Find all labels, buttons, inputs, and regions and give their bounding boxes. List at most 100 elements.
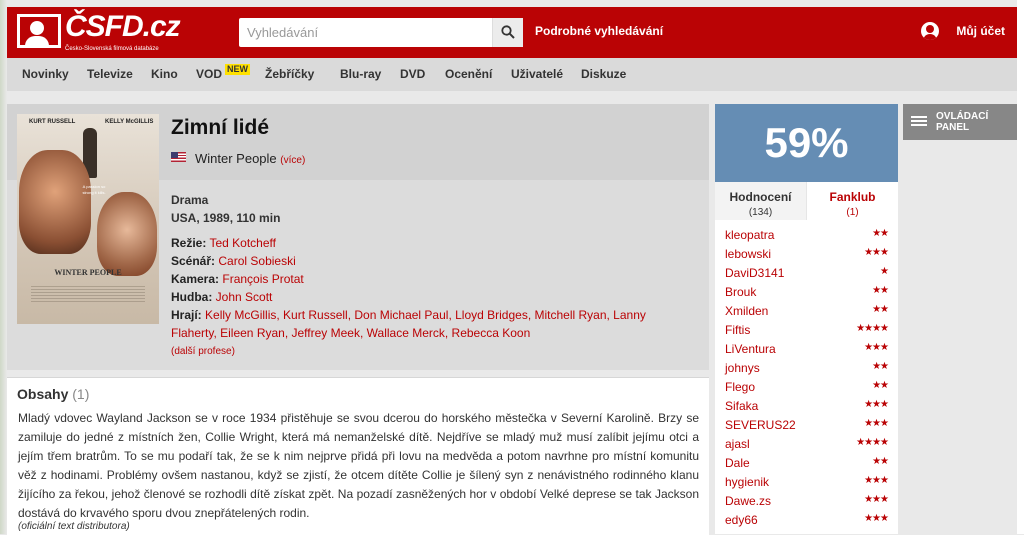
credit-label: Kamera: [171,272,220,286]
tab-fanclub-count: (1) [846,207,859,218]
nav-zebricky[interactable]: Žebříčky [265,67,314,81]
user-name-link[interactable]: ajasl [725,437,750,451]
search-box [239,18,523,47]
nav-dvd[interactable]: DVD [400,67,425,81]
more-professions-link[interactable]: (další profese) [171,346,235,357]
credit-label: Režie: [171,236,207,250]
poster-actor-1: KURT RUSSELL [29,119,76,125]
user-name-link[interactable]: lebowski [725,247,771,261]
nav-oceneni[interactable]: Ocenění [445,67,492,81]
poster-actor-2: KELLY McGILLIS [105,119,154,125]
film-poster[interactable]: KURT RUSSELL KELLY McGILLIS A passion so… [17,114,159,324]
credit-names[interactable]: Kelly McGillis, Kurt Russell, Don Michae… [205,308,646,322]
user-rating-row: Brouk ★★ [725,285,889,304]
tab-ratings-count: (134) [748,207,773,218]
user-rating-row: Xmilden ★★ [725,304,889,323]
star-rating-icon: ★★★ [864,342,889,353]
control-panel-button[interactable]: OVLÁDACÍ PANEL [903,104,1019,140]
user-name-link[interactable]: Brouk [725,285,756,299]
star-rating-icon: ★★★ [864,494,889,505]
tab-fanclub-label: Fanklub [829,190,876,204]
search-input[interactable] [239,18,487,47]
user-name-link[interactable]: Flego [725,380,755,394]
credit-label: Hudba: [171,290,213,304]
credit-names[interactable]: Ted Kotcheff [209,236,276,250]
credit-names[interactable]: John Scott [216,290,273,304]
my-account-link[interactable]: Můj účet [921,22,1005,40]
poster-face-man [19,150,91,254]
user-name-link[interactable]: hygienik [725,475,769,489]
poster-face-woman [97,192,157,276]
user-rating-row: johnys ★★ [725,361,889,380]
poster-credits-block [31,286,145,304]
star-rating-icon: ★★★ [864,399,889,410]
advanced-search-link[interactable]: Podrobné vyhledávání [535,24,663,38]
credit-label: Hrají: [171,308,202,322]
csfd-logo[interactable]: ČSFD.cz Česko-Slovenská filmová databáze [17,10,192,55]
nav-uzivatele[interactable]: Uživatelé [511,67,563,81]
credit-names[interactable]: François Protat [222,272,303,286]
film-genre: Drama [171,193,209,207]
nav-diskuze[interactable]: Diskuze [581,67,626,81]
more-titles-link[interactable]: (více) [280,155,305,166]
user-name-link[interactable]: SEVERUS22 [725,418,796,432]
user-name-link[interactable]: Dale [725,456,750,470]
search-button[interactable] [492,18,523,47]
my-account-label: Můj účet [956,24,1005,38]
credit-cast: Hrají: Kelly McGillis, Kurt Russell, Don… [171,308,646,322]
nav-novinky[interactable]: Novinky [22,67,69,81]
user-rating-row: ajasl ★★★★ [725,437,889,456]
search-icon [501,25,515,39]
poster-title: WINTER PEOPLE [54,268,122,277]
user-name-link[interactable]: johnys [725,361,760,375]
nav-bluray[interactable]: Blu-ray [340,67,381,81]
user-name-link[interactable]: edy66 [725,513,758,527]
film-title: Zimní lidé [171,116,270,139]
star-rating-icon: ★★ [872,380,889,391]
nav-televize[interactable]: Televize [87,67,133,81]
credit-names[interactable]: Flaherty, Eileen Ryan, Jeffrey Meek, Wal… [171,326,530,340]
user-name-link[interactable]: Dawe.zs [725,494,771,508]
user-rating-row: lebowski ★★★ [725,247,889,266]
tab-fanclub[interactable]: Fanklub (1) [807,182,898,220]
nav-kino[interactable]: Kino [151,67,178,81]
user-rating-row: Dale ★★ [725,456,889,475]
user-name-link[interactable]: DaviD3141 [725,266,784,280]
synopsis-count: (1) [72,386,90,402]
user-rating-row: Fiftis ★★★★ [725,323,889,342]
user-name-link[interactable]: Sifaka [725,399,758,413]
synopsis-heading-label: Obsahy [17,386,69,402]
logo-text: ČSFD.cz [65,10,181,43]
star-rating-icon: ★★★ [864,247,889,258]
synopsis-box: Obsahy (1) Mladý vdovec Wayland Jackson … [7,377,709,535]
user-ratings-list: kleopatra ★★ lebowski ★★★ DaviD3141 ★ Brouk ★★ X… [715,220,898,534]
star-rating-icon: ★ [880,266,889,277]
menu-lines-icon [911,116,927,128]
user-name-link[interactable]: kleopatra [725,228,774,242]
star-rating-icon: ★★ [872,304,889,315]
user-name-link[interactable]: LiVentura [725,342,776,356]
user-name-link[interactable]: Fiftis [725,323,750,337]
credit-label: Scénář: [171,254,216,268]
logo-subtitle: Česko-Slovenská filmová databáze [65,46,159,52]
credit-camera: Kamera: François Protat [171,272,304,286]
user-rating-row: Flego ★★ [725,380,889,399]
user-rating-row: LiVentura ★★★ [725,342,889,361]
synopsis-heading: Obsahy (1) [17,386,89,402]
user-rating-row: SEVERUS22 ★★★ [725,418,889,437]
page-right-edge [1017,0,1024,534]
main-nav: Novinky Televize Kino VOD NEW Žebříčky B… [7,58,1017,91]
film-origin: USA, 1989, 110 min [171,211,281,225]
tab-ratings[interactable]: Hodnocení (134) [715,182,806,220]
page-left-edge [0,0,7,534]
user-rating-row: Sifaka ★★★ [725,399,889,418]
control-panel-label-2: PANEL [936,122,970,133]
user-rating-row: edy66 ★★★ [725,513,889,532]
credit-directing: Režie: Ted Kotcheff [171,236,276,250]
nav-vod[interactable]: VOD [196,67,222,81]
vod-new-badge: NEW [225,64,250,75]
tab-ratings-label: Hodnocení [729,190,792,204]
star-rating-icon: ★★ [872,228,889,239]
credit-names[interactable]: Carol Sobieski [218,254,295,268]
user-name-link[interactable]: Xmilden [725,304,768,318]
